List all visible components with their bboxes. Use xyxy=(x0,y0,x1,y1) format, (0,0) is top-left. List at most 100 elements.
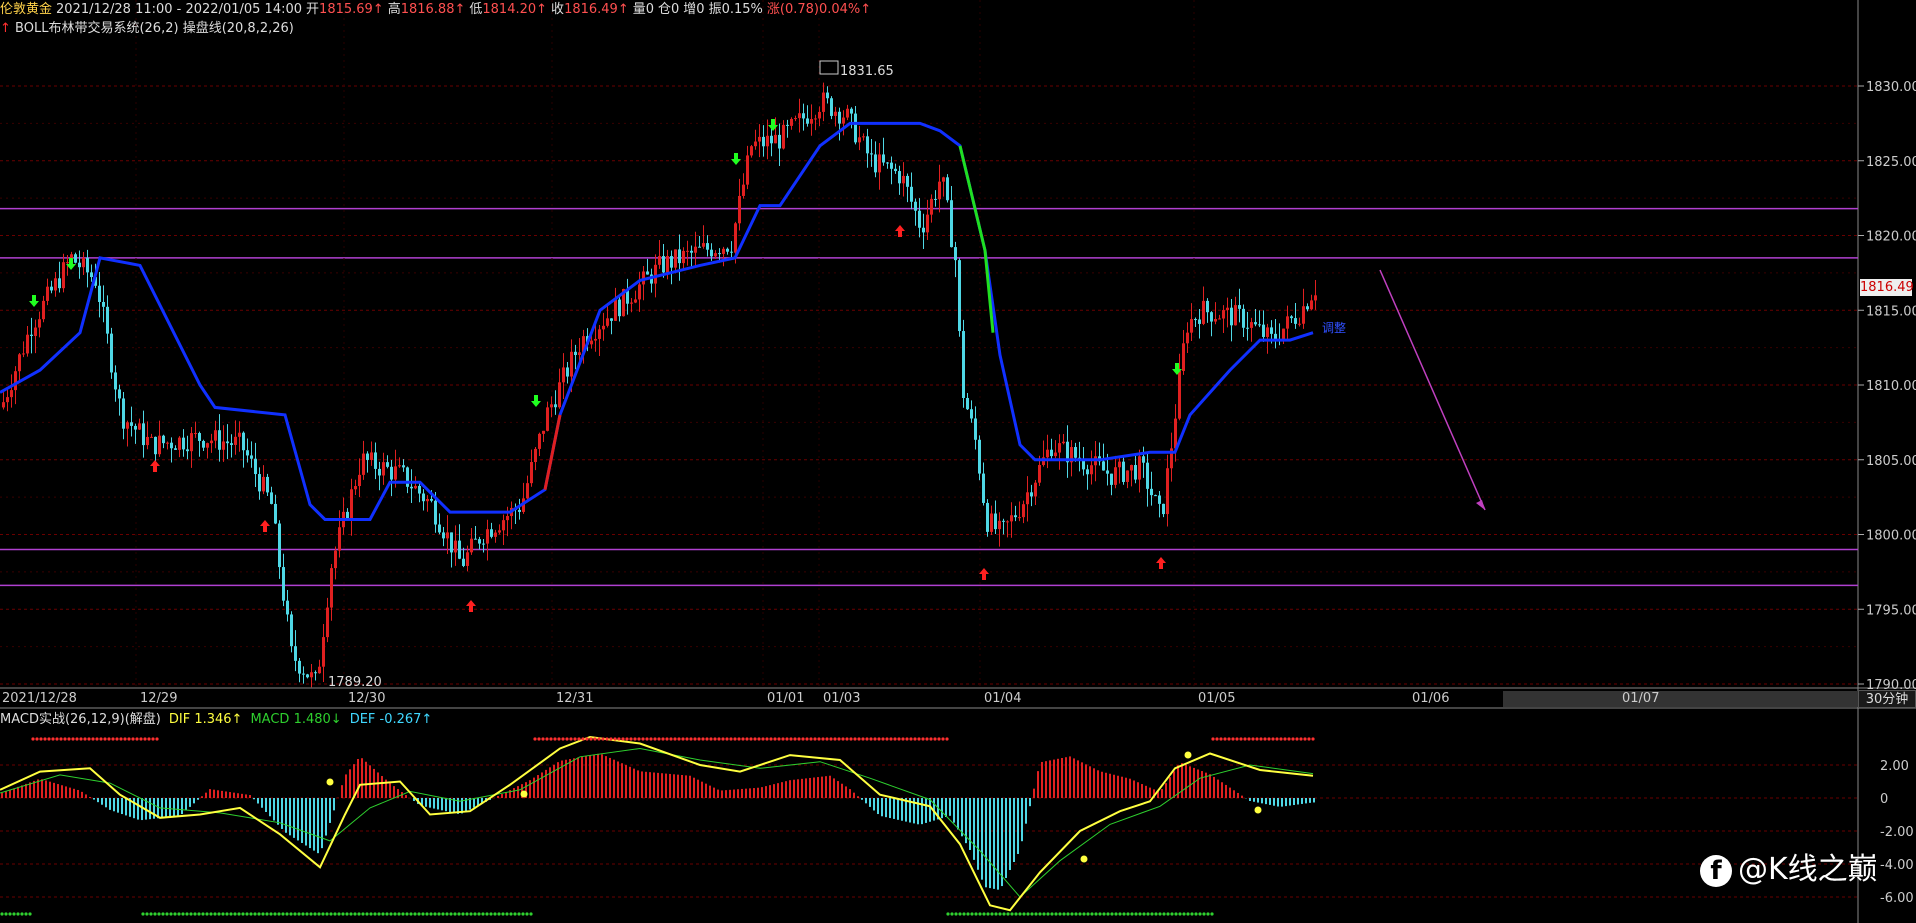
candle-body xyxy=(706,243,709,250)
candle-body xyxy=(1034,482,1037,497)
candle-body xyxy=(230,443,233,445)
signal-dot xyxy=(205,912,209,916)
signal-dot xyxy=(517,912,521,916)
candle-body xyxy=(278,523,281,568)
date-axis-scroll-highlight xyxy=(1503,691,1858,707)
sell-signal-dots xyxy=(31,737,159,741)
signal-dot xyxy=(773,737,777,741)
period-label[interactable]: 30分钟 xyxy=(1858,690,1916,708)
signal-dot xyxy=(565,737,569,741)
signal-dot xyxy=(1014,912,1018,916)
candle-body xyxy=(1038,464,1041,483)
signal-dot xyxy=(71,737,75,741)
signal-dot xyxy=(998,912,1002,916)
signal-dot xyxy=(119,737,123,741)
signal-dot xyxy=(1295,737,1299,741)
candle-body xyxy=(794,118,797,120)
candle-body xyxy=(494,532,497,537)
signal-dot xyxy=(397,912,401,916)
candle-body xyxy=(786,124,789,126)
candle-body xyxy=(746,155,749,185)
candle-body xyxy=(214,430,217,441)
signal-dot xyxy=(59,737,63,741)
signal-dot xyxy=(801,737,805,741)
signal-dot xyxy=(393,912,397,916)
signal-dot xyxy=(441,912,445,916)
buy-signal-dots xyxy=(946,912,1214,916)
cross-marker-dot xyxy=(1184,751,1192,759)
forecast-arrow-line xyxy=(1379,269,1486,511)
cross-marker-dot xyxy=(326,778,334,786)
signal-dot xyxy=(813,737,817,741)
macd-info-bar: MACD实战(26,12,9)(解盘) DIF 1.346↑ MACD 1.480↓… xyxy=(0,710,440,730)
signal-dot xyxy=(241,912,245,916)
candle-body xyxy=(854,113,857,143)
signal-dot xyxy=(1251,737,1255,741)
signal-dot xyxy=(421,912,425,916)
macd-title[interactable]: MACD实战(26,12,9)(解盘) xyxy=(0,712,161,727)
signal-dot xyxy=(829,737,833,741)
candle-body xyxy=(878,154,881,173)
candle-body xyxy=(166,442,169,444)
candle-body xyxy=(346,511,349,519)
candle-body xyxy=(838,111,841,124)
date-axis-label: 12/29 xyxy=(140,691,177,706)
signal-dot xyxy=(477,912,481,916)
kline-chart[interactable]: 1830.00 1825.00 1820.00 1815.00 1810.00 1805.… xyxy=(0,0,1916,923)
candle-body xyxy=(466,552,469,566)
candle-body xyxy=(1194,319,1197,321)
candle-body xyxy=(770,135,773,144)
signal-dot xyxy=(1311,737,1315,741)
candle-body xyxy=(1118,461,1121,468)
signal-dot xyxy=(1134,912,1138,916)
signal-dot xyxy=(1022,912,1026,916)
signal-dot xyxy=(905,737,909,741)
signal-dot xyxy=(685,737,689,741)
signal-dot xyxy=(135,737,139,741)
signal-dot xyxy=(151,737,155,741)
boll-indicator-label[interactable]: BOLL布林带交易系统(26,2) xyxy=(15,21,179,36)
pan-indicator-label[interactable]: 操盘线(20,8,2,26) xyxy=(183,21,294,36)
signal-dot xyxy=(277,912,281,916)
signal-dot xyxy=(425,912,429,916)
signal-dot xyxy=(505,912,509,916)
signal-dot xyxy=(145,912,149,916)
candle-body xyxy=(890,162,893,169)
signal-dot xyxy=(63,737,67,741)
date-axis-label: 2021/12/28 xyxy=(2,691,77,706)
candle-body xyxy=(402,465,405,468)
candle-body xyxy=(938,181,941,200)
signal-dot xyxy=(16,912,20,916)
candle-body xyxy=(590,340,593,345)
candle-body xyxy=(362,453,365,475)
candle-body xyxy=(550,404,553,408)
candle-body xyxy=(594,338,597,341)
candle-body xyxy=(1030,492,1033,497)
candle-body xyxy=(1222,310,1225,319)
signal-dot xyxy=(453,912,457,916)
candle-body xyxy=(414,485,417,489)
candle-body xyxy=(518,509,521,512)
signal-dot xyxy=(245,912,249,916)
signal-dot xyxy=(1215,737,1219,741)
arrow-shape xyxy=(1156,557,1166,569)
signal-dot xyxy=(197,912,201,916)
signal-dot xyxy=(893,737,897,741)
candle-body xyxy=(46,286,49,301)
signal-dot xyxy=(990,912,994,916)
signal-dot xyxy=(1190,912,1194,916)
signal-dot xyxy=(837,737,841,741)
signal-dot xyxy=(12,912,16,916)
signal-dot xyxy=(629,737,633,741)
signal-dot xyxy=(777,737,781,741)
candle-body xyxy=(222,441,225,450)
signal-dot xyxy=(257,912,261,916)
candle-body xyxy=(1154,495,1157,497)
position-value: 仓0 xyxy=(658,2,680,17)
candle-body xyxy=(1262,324,1265,337)
candle-body xyxy=(322,637,325,667)
candle-body xyxy=(954,247,957,261)
candle-body xyxy=(334,550,337,569)
candle-body xyxy=(1238,305,1241,309)
signal-dot xyxy=(493,912,497,916)
